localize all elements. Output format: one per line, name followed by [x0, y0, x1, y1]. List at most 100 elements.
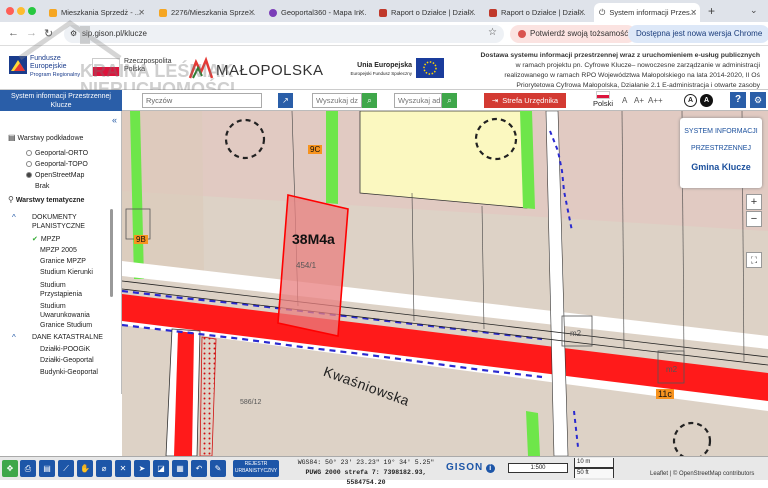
close-icon[interactable]: ✕ — [358, 8, 365, 17]
settings-button[interactable]: ⚙ — [750, 92, 766, 108]
contrast-dark-button[interactable]: A — [700, 94, 713, 107]
close-icon[interactable]: ✕ — [468, 8, 475, 17]
chevron-up-icon[interactable]: ^ — [12, 213, 16, 222]
search-parcel-button[interactable]: ⌕ — [362, 93, 377, 108]
browser-tab[interactable]: Geoportal360 - Mapa In... ✕ — [264, 3, 368, 22]
map-tool-icon[interactable]: ▦ — [172, 460, 188, 477]
back-tool-icon[interactable]: ↶ — [191, 460, 207, 477]
panel-line-3: Gmina Klucze — [691, 162, 751, 172]
parcel-number-label: 454/1 — [296, 261, 317, 270]
tab-list-chevron-icon[interactable]: ⌄ — [750, 5, 758, 16]
reload-icon[interactable]: ↻ — [44, 27, 53, 40]
close-icon[interactable]: ✕ — [138, 8, 145, 17]
back-icon[interactable]: ← — [8, 27, 19, 39]
eu-union-label: Unia Europejska — [357, 62, 412, 69]
address-bar[interactable]: ⚙ sip.gison.pl/klucze — [64, 25, 504, 43]
checkmark-icon: ✔ — [32, 236, 38, 243]
cross-tool-icon[interactable]: ✕ — [115, 460, 131, 477]
area-tool-icon[interactable]: ◪ — [153, 460, 169, 477]
otodom-icon — [49, 8, 57, 17]
locality-search-input[interactable] — [142, 93, 262, 108]
browser-tab[interactable]: Mieszkania Sprzedż - ... ✕ — [44, 3, 148, 22]
font-size-large-button[interactable]: A+ — [634, 96, 644, 105]
info-icon[interactable]: i — [486, 464, 496, 473]
house-number-badge: 9C — [308, 145, 323, 154]
browser-toolbar: ← → ↻ ⚙ sip.gison.pl/klucze ☆ Potwierdź … — [0, 22, 768, 46]
building-label: m2 — [570, 329, 582, 338]
browser-tab-bar: Mieszkania Sprzedż - ... ✕ 2276/Mieszkani… — [0, 0, 768, 22]
contrast-light-button[interactable]: A — [684, 94, 697, 107]
forward-icon[interactable]: → — [26, 27, 37, 39]
layer-checkbox[interactable]: Budynki-Geoportal — [40, 368, 100, 377]
site-info-icon[interactable]: ⚙ — [70, 25, 77, 43]
strefa-urzednika-button[interactable]: ⇥ Strefa Urzędnika — [484, 93, 566, 108]
new-tab-button[interactable]: + — [708, 4, 715, 18]
house-number-badge: 11c — [656, 389, 674, 399]
project-banner: Fundusze Europejskie Program Regionalny … — [0, 19, 768, 98]
close-icon[interactable]: ✕ — [690, 8, 697, 17]
layer-group-planning: DOKUMENTY PLANISTYCZNE — [32, 214, 85, 230]
chevron-up-icon[interactable]: ^ — [12, 333, 16, 342]
verify-identity-button[interactable]: Potwierdź swoją tożsamość — [510, 25, 637, 43]
layers-icon: ▤ — [8, 133, 16, 142]
bookmark-star-icon[interactable]: ☆ — [488, 27, 497, 38]
help-button[interactable]: ? — [730, 92, 746, 108]
eu-flag-icon — [416, 58, 444, 78]
gison-logo: GISON i — [446, 462, 496, 473]
fullscreen-button[interactable]: ⛶ — [746, 252, 762, 268]
otodom-icon — [159, 8, 167, 17]
eu-union-sub-label: Europejski Fundusz Społeczny — [350, 71, 412, 76]
browser-tab[interactable]: Raport o Działce | Dział... ✕ — [484, 3, 588, 22]
pan-tool-icon[interactable]: ✥ — [2, 460, 18, 477]
polish-flag-icon — [92, 58, 120, 76]
coordinates-readout: WGS84: 50° 23' 23.23" 19° 34' 5.25" PUWG… — [297, 459, 435, 486]
sidebar-scrollbar[interactable] — [110, 209, 113, 297]
layer-checkbox[interactable]: Studium Uwarunkowania — [40, 302, 100, 320]
parcel-search-input[interactable] — [312, 93, 362, 108]
font-size-normal-button[interactable]: A — [622, 96, 627, 105]
edit-tool-icon[interactable]: ✎ — [210, 460, 226, 477]
panel-line-1: SYSTEM INFORMACJI — [684, 128, 758, 135]
geoportal-icon — [269, 8, 277, 17]
close-icon[interactable]: ✕ — [248, 8, 255, 17]
base-layers-title: Warstwy podkładowe — [17, 135, 84, 142]
malopolska-logo: MAŁOPOLSKA — [188, 56, 338, 84]
map-attribution: Leaflet | © OpenStreetMap contributors — [650, 471, 755, 477]
scale-ratio: 1:500 — [508, 463, 568, 473]
chrome-update-button[interactable]: Dostępna jest nowa wersja Chrome — [628, 25, 768, 43]
sip-title: System informacji Przestrzennej Klucze — [0, 90, 122, 111]
font-size-xlarge-button[interactable]: A++ — [648, 96, 663, 105]
layer-checkbox[interactable]: Studium Przystąpienia — [40, 281, 100, 299]
eu-funds-sub-label: Program Regionalny — [30, 72, 81, 78]
mpzp-map-svg — [122, 111, 768, 456]
eu-funds-label: Fundusze Europejskie — [30, 55, 67, 70]
zoom-out-button[interactable]: − — [746, 211, 762, 227]
draw-tool-icon[interactable]: ⌀ — [96, 460, 112, 477]
browser-tab-active[interactable]: ⏻ System informacji Przes... ✕ — [594, 3, 700, 22]
project-description: Dostawa systemu informacji przestrzennej… — [480, 52, 761, 89]
language-select[interactable]: Polski — [592, 91, 614, 108]
collapse-sidebar-icon[interactable]: « — [112, 115, 117, 125]
sip-info-panel: SYSTEM INFORMACJI PRZESTRZENNEJ Gmina Kl… — [680, 118, 762, 188]
browser-tab[interactable]: Raport o Działce | Dział... ✕ — [374, 3, 478, 22]
scale-bar: 10 m 50 ft — [574, 458, 614, 478]
map-canvas[interactable]: 38M4a 454/1 Kwaśniowska 9B 9C 11c m2 m2 … — [122, 111, 768, 456]
layers-tool-icon[interactable]: ▤ — [39, 460, 55, 477]
search-address-button[interactable]: ⌕ — [442, 93, 457, 108]
measure-tool-icon[interactable]: ⟋ — [58, 460, 74, 477]
browser-tab[interactable]: 2276/Mieszkania Sprze... ✕ — [154, 3, 258, 22]
building-label: m2 — [666, 365, 678, 374]
parcel-number-label: 586/12 — [240, 399, 262, 406]
cursor-tool-icon[interactable]: ➤ — [134, 460, 150, 477]
power-icon: ⏻ — [599, 7, 606, 17]
address-search-input[interactable] — [394, 93, 442, 108]
rejestr-urbanistyczny-button[interactable]: REJESTR URBANISTYCZNY — [233, 460, 279, 477]
zone-green-strip — [526, 411, 540, 456]
rp-label: Rzeczpospolita Polska — [124, 58, 172, 73]
close-icon[interactable]: ✕ — [578, 8, 585, 17]
flag-icon — [379, 8, 387, 17]
zoom-in-button[interactable]: + — [746, 194, 762, 210]
search-button[interactable]: ↗ — [278, 93, 293, 108]
print-tool-icon[interactable]: ⎙ — [20, 460, 36, 477]
hand-tool-icon[interactable]: ✋ — [77, 460, 93, 477]
